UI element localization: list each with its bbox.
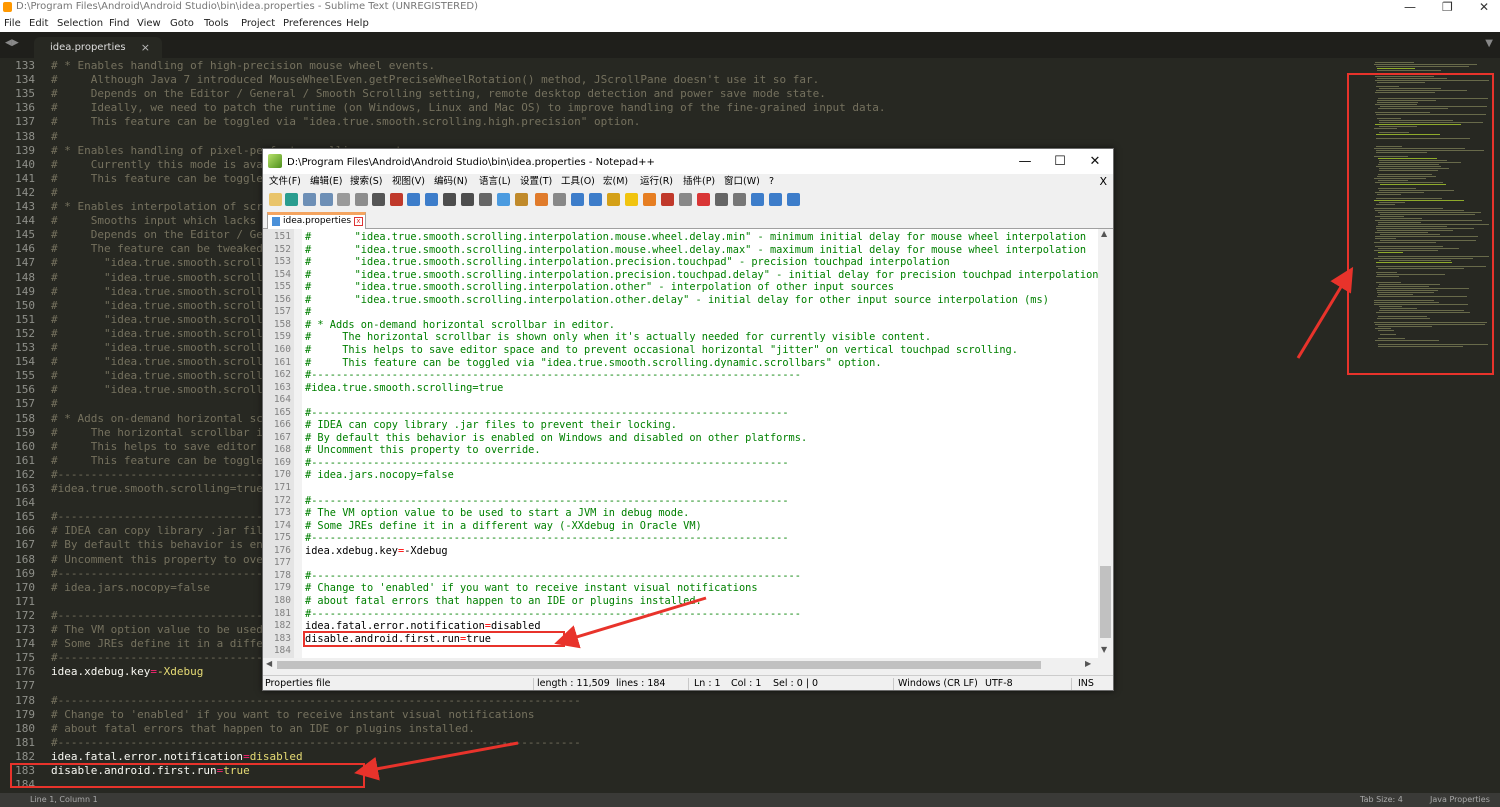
arrow-to-sublime-line bbox=[354, 741, 519, 781]
screenshot: D:\Program Files\Android\Android Studio\… bbox=[0, 0, 1500, 807]
arrow-to-minimap bbox=[1296, 266, 1354, 359]
arrow-to-notepad-line bbox=[554, 596, 707, 649]
annotation-arrows bbox=[354, 266, 1354, 781]
